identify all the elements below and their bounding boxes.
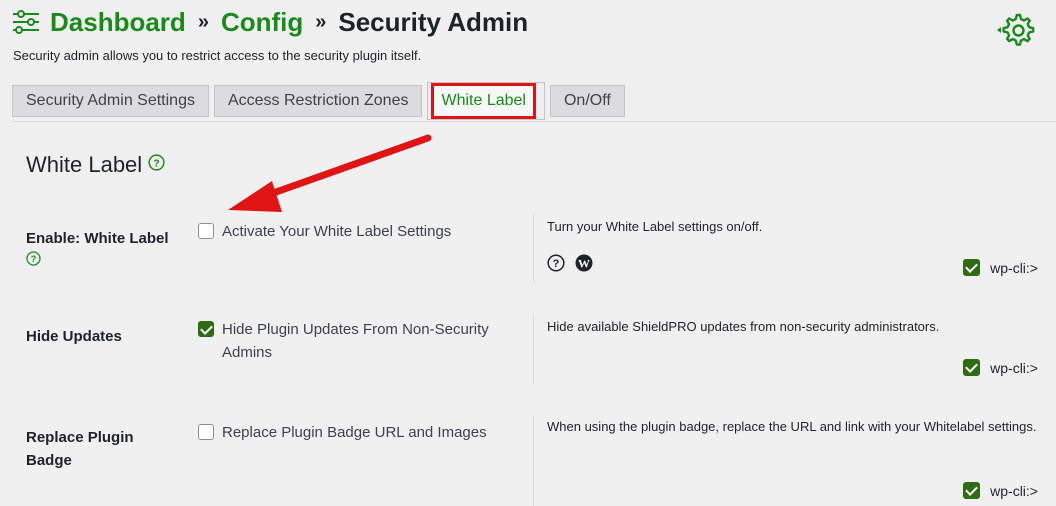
svg-text:?: ? <box>31 254 37 264</box>
tab-bar: Security Admin Settings Access Restricti… <box>12 82 630 120</box>
wpcli-toggle: wp-cli:> <box>963 259 1038 276</box>
divider <box>533 314 534 384</box>
wpcli-label: wp-cli:> <box>990 359 1038 376</box>
tab-security-admin-settings[interactable]: Security Admin Settings <box>12 85 209 117</box>
section-title: White Label <box>26 152 143 177</box>
help-links: ? W <box>547 254 593 272</box>
page-header: Dashboard » Config » Security Admin <box>12 4 1056 40</box>
question-circle-icon[interactable]: ? <box>547 254 565 272</box>
wpcli-label: wp-cli:> <box>990 482 1038 499</box>
setting-description: Turn your White Label settings on/off. <box>547 219 763 234</box>
wpcli-checkbox[interactable] <box>963 259 981 276</box>
hide-plugin-updates-checkbox[interactable] <box>198 321 214 337</box>
divider <box>533 416 534 506</box>
setting-option: Hide Plugin Updates From Non-Security Ad… <box>198 318 508 364</box>
breadcrumb-dashboard[interactable]: Dashboard <box>50 7 186 38</box>
breadcrumb-separator: » <box>315 10 327 33</box>
setting-row-enable-white-label: Enable: White Label ? Activate Your Whit… <box>12 210 1056 290</box>
wpcli-checkbox[interactable] <box>963 359 981 376</box>
settings-panel: White Label ? Enable: White Label ? Acti… <box>12 121 1056 506</box>
svg-text:?: ? <box>154 158 160 169</box>
replace-plugin-badge-checkbox[interactable] <box>198 424 214 440</box>
option-label: Hide Plugin Updates From Non-Security Ad… <box>222 321 489 361</box>
breadcrumb-separator: » <box>197 10 209 33</box>
section-heading: White Label ? <box>26 152 165 178</box>
setting-label: Hide Updates <box>26 328 122 345</box>
setting-description: Hide available ShieldPRO updates from no… <box>547 319 940 334</box>
breadcrumb-config[interactable]: Config <box>221 7 303 38</box>
setting-label-text: Enable: White Label <box>26 230 169 247</box>
page-title: Security Admin <box>338 6 529 37</box>
wpcli-toggle: wp-cli:> <box>963 359 1038 376</box>
activate-white-label-checkbox[interactable] <box>198 223 214 239</box>
tab-white-label-wrapper: White Label <box>427 82 545 120</box>
setting-description: When using the plugin badge, replace the… <box>547 419 1037 434</box>
setting-option: Activate Your White Label Settings <box>198 220 508 243</box>
setting-row-hide-updates: Hide Updates Hide Plugin Updates From No… <box>12 310 1056 390</box>
divider <box>533 214 534 284</box>
svg-text:?: ? <box>553 258 560 270</box>
setting-option: Replace Plugin Badge URL and Images <box>198 421 508 444</box>
help-icon[interactable]: ? <box>148 153 165 171</box>
setting-label: Enable: White Label ? <box>26 227 186 273</box>
page-subtitle: Security admin allows you to restrict ac… <box>13 48 422 63</box>
wpcli-checkbox[interactable] <box>963 482 981 499</box>
tab-white-label[interactable]: White Label <box>431 83 536 119</box>
tab-on-off[interactable]: On/Off <box>549 85 625 117</box>
wpcli-toggle: wp-cli:> <box>963 482 1038 499</box>
option-label: Replace Plugin Badge URL and Images <box>222 424 487 441</box>
setting-row-replace-plugin-badge: Replace Plugin Badge Replace Plugin Badg… <box>12 412 1056 506</box>
tab-access-restriction-zones[interactable]: Access Restriction Zones <box>213 85 423 117</box>
wordpress-icon[interactable]: W <box>575 254 593 272</box>
help-icon[interactable]: ? <box>26 251 41 266</box>
settings-gear-icon[interactable] <box>994 6 1040 52</box>
svg-text:W: W <box>578 257 590 271</box>
option-label: Activate Your White Label Settings <box>222 223 452 240</box>
wpcli-label: wp-cli:> <box>990 259 1038 276</box>
setting-label: Replace Plugin Badge <box>26 429 134 469</box>
sliders-icon <box>13 10 39 34</box>
